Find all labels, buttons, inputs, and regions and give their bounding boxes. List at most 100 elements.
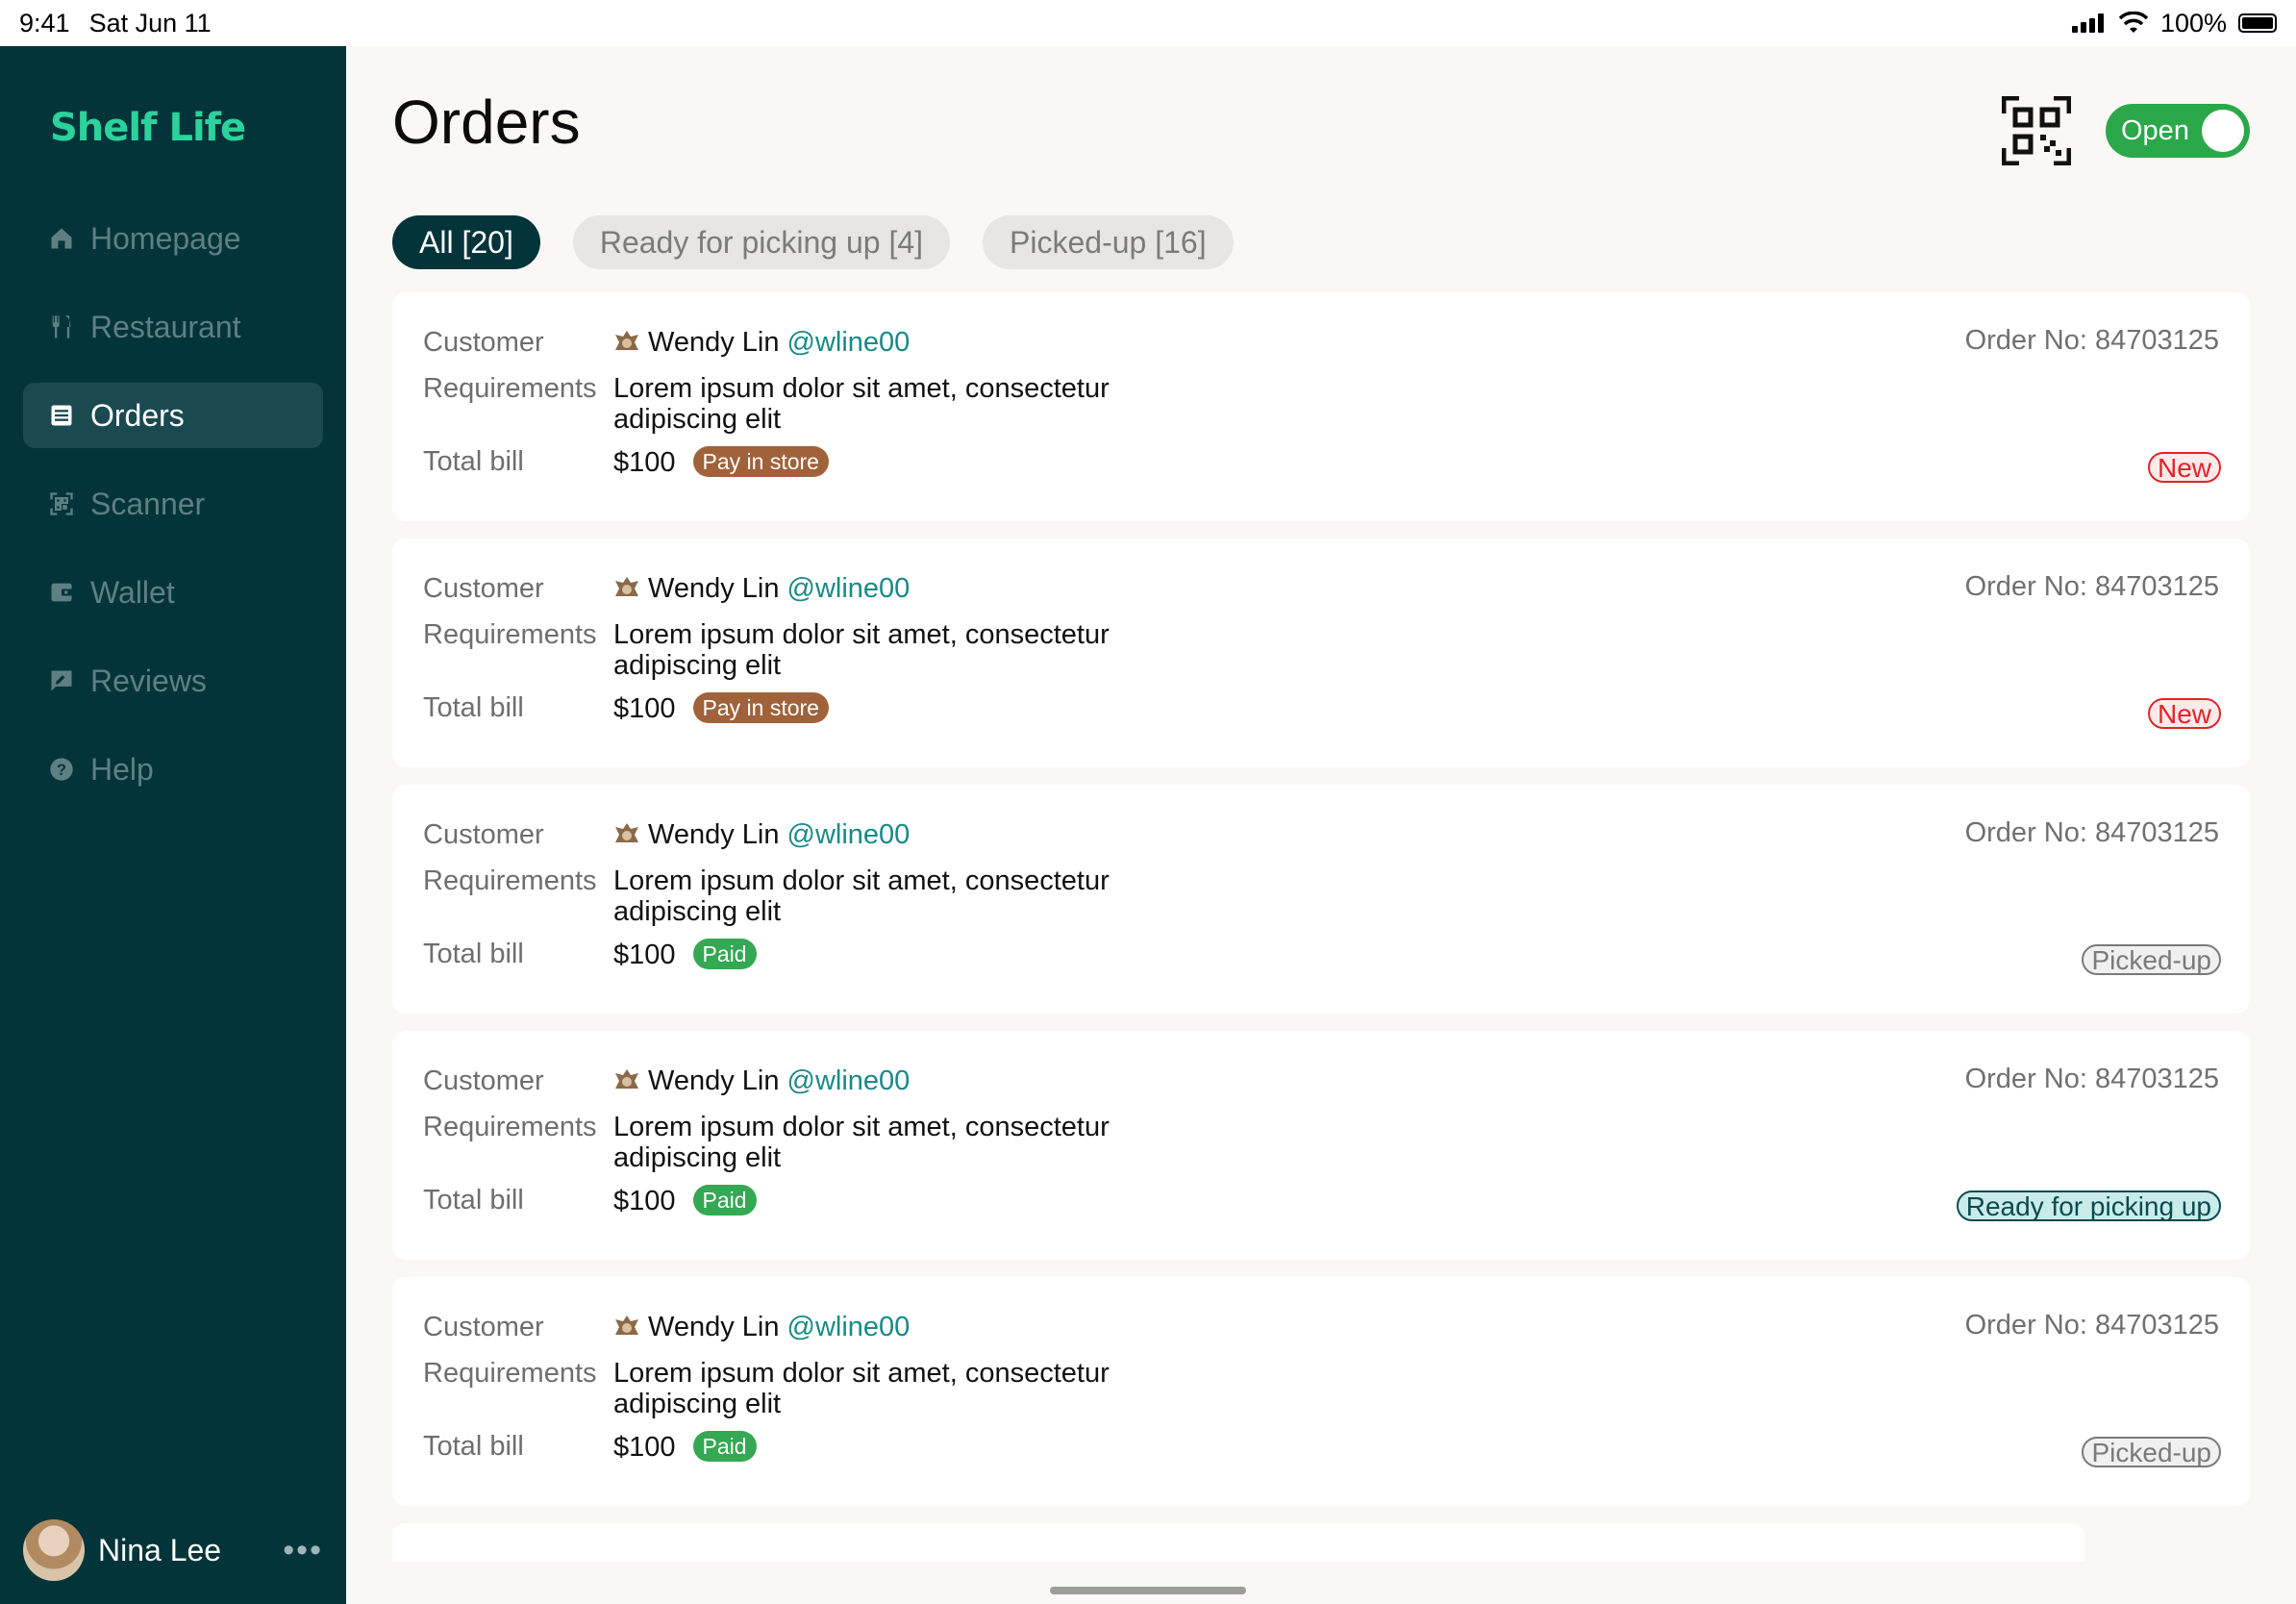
- restaurant-icon: [48, 313, 75, 340]
- sidebar-nav: Homepage Restaurant Orders Scanner Walle…: [23, 206, 323, 825]
- sidebar-item-homepage[interactable]: Homepage: [23, 206, 323, 271]
- customer-label: Customer: [423, 819, 544, 850]
- sidebar-item-help[interactable]: ? Help: [23, 737, 323, 802]
- status-badge: New: [2147, 452, 2221, 483]
- requirements-text: Lorem ipsum dolor sit amet, consectetur …: [613, 1358, 1110, 1419]
- more-options-icon[interactable]: •••: [283, 1532, 323, 1569]
- order-card[interactable]: Customer Wendy Lin @wline00 Requirements …: [392, 1277, 2250, 1506]
- scanner-icon: [48, 490, 75, 517]
- brand-logo[interactable]: Shelf Life: [50, 106, 246, 150]
- sidebar-item-scanner[interactable]: Scanner: [23, 471, 323, 537]
- customer-label: Customer: [423, 1312, 544, 1342]
- sidebar-item-label: Scanner: [90, 486, 206, 521]
- orders-icon: [48, 402, 75, 429]
- requirements-label: Requirements: [423, 1358, 597, 1389]
- order-card[interactable]: Customer Wendy Lin @wline00 Requirements …: [392, 292, 2250, 521]
- order-card[interactable]: Customer Wendy Lin @wline00 Requirements …: [392, 1031, 2250, 1260]
- profile-name: Nina Lee: [98, 1532, 222, 1567]
- customer-avatar-icon: [615, 823, 638, 842]
- requirements-label: Requirements: [423, 373, 597, 404]
- sidebar-item-reviews[interactable]: Reviews: [23, 648, 323, 714]
- status-time: 9:41: [19, 8, 70, 38]
- home-icon: [48, 225, 75, 252]
- status-badge: Picked-up: [2082, 944, 2221, 975]
- total-bill-label: Total bill: [423, 446, 524, 477]
- customer-name: Wendy Lin: [648, 573, 780, 604]
- payment-badge: Paid: [692, 1431, 757, 1462]
- sidebar-item-wallet[interactable]: Wallet: [23, 560, 323, 625]
- customer-handle-link[interactable]: @wline00: [787, 819, 911, 850]
- customer-handle-link[interactable]: @wline00: [787, 1065, 911, 1096]
- qr-code-icon: [2001, 95, 2072, 166]
- sidebar-item-label: Orders: [90, 397, 185, 433]
- status-badge: Picked-up: [2082, 1437, 2221, 1467]
- wallet-icon: [48, 579, 75, 606]
- status-badge: New: [2147, 698, 2221, 729]
- total-bill-value: $100: [613, 1432, 676, 1463]
- page-title: Orders: [392, 88, 581, 157]
- orders-list: Customer Wendy Lin @wline00 Requirements …: [392, 292, 2250, 1562]
- total-bill-label: Total bill: [423, 939, 524, 969]
- requirements-text: Lorem ipsum dolor sit amet, consectetur …: [613, 373, 1110, 435]
- customer-name: Wendy Lin: [648, 819, 780, 850]
- total-bill-value: $100: [613, 940, 676, 970]
- requirements-text: Lorem ipsum dolor sit amet, consectetur …: [613, 865, 1110, 927]
- svg-text:?: ?: [57, 762, 66, 779]
- main-content: Orders Open All [20] Ready for picking u…: [346, 46, 2296, 1604]
- user-profile[interactable]: Nina Lee •••: [23, 1519, 323, 1581]
- reviews-icon: [48, 667, 75, 694]
- total-bill-label: Total bill: [423, 692, 524, 723]
- battery-icon: [2238, 13, 2277, 33]
- order-number: Order No: 84703125: [1964, 1064, 2219, 1094]
- tab-all[interactable]: All [20]: [392, 215, 540, 269]
- help-icon: ?: [48, 756, 75, 783]
- customer-label: Customer: [423, 573, 544, 604]
- requirements-text: Lorem ipsum dolor sit amet, consectetur …: [613, 619, 1110, 681]
- sidebar-item-label: Help: [90, 751, 154, 787]
- order-card[interactable]: Customer Wendy Lin @wline00 Requirements …: [392, 785, 2250, 1014]
- payment-badge: Paid: [692, 1185, 757, 1216]
- qr-scan-button[interactable]: [2001, 95, 2072, 166]
- order-number: Order No: 84703125: [1964, 571, 2219, 602]
- payment-badge: Pay in store: [692, 692, 829, 723]
- customer-avatar-icon: [615, 577, 638, 596]
- customer-avatar-icon: [615, 331, 638, 350]
- toggle-label: Open: [2121, 114, 2189, 146]
- sidebar-item-orders[interactable]: Orders: [23, 383, 323, 448]
- cellular-signal-icon: [2071, 13, 2104, 33]
- customer-label: Customer: [423, 1065, 544, 1096]
- requirements-text: Lorem ipsum dolor sit amet, consectetur …: [613, 1112, 1110, 1173]
- tab-picked-up[interactable]: Picked-up [16]: [983, 215, 1234, 269]
- order-number: Order No: 84703125: [1964, 325, 2219, 356]
- customer-handle-link[interactable]: @wline00: [787, 327, 911, 358]
- sidebar-item-restaurant[interactable]: Restaurant: [23, 294, 323, 360]
- order-card-partial: [392, 1523, 2084, 1562]
- status-bar: 9:41 Sat Jun 11 100%: [0, 0, 2296, 46]
- customer-name: Wendy Lin: [648, 327, 780, 358]
- total-bill-label: Total bill: [423, 1431, 524, 1462]
- total-bill-value: $100: [613, 1186, 676, 1216]
- avatar[interactable]: [23, 1519, 85, 1581]
- home-indicator[interactable]: [1050, 1587, 1246, 1594]
- order-card[interactable]: Customer Wendy Lin @wline00 Requirements …: [392, 539, 2250, 767]
- status-badge: Ready for picking up: [1956, 1190, 2221, 1221]
- sidebar-item-label: Reviews: [90, 663, 207, 698]
- order-filter-tabs: All [20] Ready for picking up [4] Picked…: [392, 215, 1234, 269]
- sidebar: Shelf Life Homepage Restaurant Orders Sc…: [0, 46, 346, 1604]
- total-bill-value: $100: [613, 693, 676, 724]
- requirements-label: Requirements: [423, 1112, 597, 1142]
- tab-ready-for-picking-up[interactable]: Ready for picking up [4]: [572, 215, 951, 269]
- sidebar-item-label: Homepage: [90, 220, 241, 256]
- customer-name: Wendy Lin: [648, 1312, 780, 1342]
- toggle-knob: [2202, 110, 2244, 152]
- status-date: Sat Jun 11: [88, 8, 212, 38]
- payment-badge: Paid: [692, 939, 757, 969]
- wifi-icon: [2118, 12, 2149, 33]
- open-status-toggle[interactable]: Open: [2106, 104, 2250, 158]
- order-number: Order No: 84703125: [1964, 817, 2219, 848]
- requirements-label: Requirements: [423, 865, 597, 896]
- customer-handle-link[interactable]: @wline00: [787, 1312, 911, 1342]
- payment-badge: Pay in store: [692, 446, 829, 477]
- customer-handle-link[interactable]: @wline00: [787, 573, 911, 604]
- total-bill-label: Total bill: [423, 1185, 524, 1216]
